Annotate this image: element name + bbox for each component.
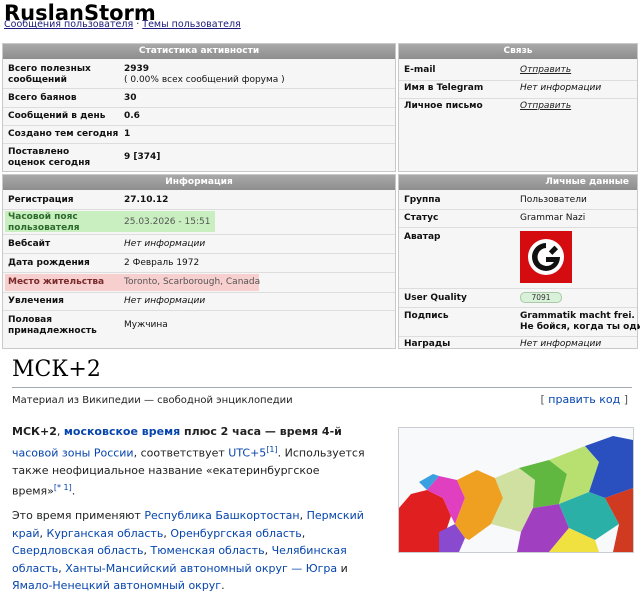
row-label: Дата рождения: [8, 258, 90, 268]
row-divider: [3, 292, 395, 293]
link-khmao[interactable]: Ханты-Мансийский автономный округ — Югра: [65, 562, 337, 575]
info-header: Информация: [3, 175, 395, 190]
user-topics-link[interactable]: Темы пользователя: [142, 19, 240, 30]
row-label: Личное письмо: [404, 101, 483, 111]
row-divider: [3, 88, 395, 89]
row-label: Вебсайт: [8, 239, 51, 249]
link-utc5[interactable]: UTC+5: [228, 446, 266, 459]
link-sverdlovsk[interactable]: Свердловская область: [12, 544, 144, 557]
term-bold: МСК+2: [12, 425, 57, 438]
row-label: Половая принадлежность: [8, 315, 97, 336]
signature-line-1: Grammatik macht frei.: [520, 311, 635, 321]
link-bashkortostan[interactable]: Республика Башкортостан: [144, 509, 299, 522]
row-divider: [3, 234, 395, 235]
row-value: Мужчина: [124, 320, 168, 330]
user-quality-badge: 7091: [520, 292, 562, 303]
row-value: 25.03.2026 - 15:51: [124, 217, 211, 227]
link-separator: ·: [136, 19, 140, 30]
russia-timezone-map[interactable]: [398, 427, 634, 553]
link-timezones-russia[interactable]: часовой зоны России: [12, 446, 134, 459]
row-divider: [399, 227, 637, 228]
row-value: 9 [374]: [124, 152, 161, 162]
row-value: Toronto, Scarborough, Canada: [124, 277, 261, 287]
row-value: Пользователи: [520, 195, 587, 205]
email-send-link[interactable]: Отправить: [520, 65, 571, 75]
article-title: МСК+2: [12, 357, 101, 382]
link-yanao[interactable]: Ямало-Ненецкий автономный округ: [12, 579, 221, 592]
info-panel: Информация Регистрация 27.10.12 Часовой …: [2, 174, 396, 349]
row-divider: [3, 125, 395, 126]
row-label: Группа: [404, 195, 441, 205]
row-note: ( 0.00% всех сообщений форума ): [124, 75, 285, 85]
row-divider: [3, 107, 395, 108]
row-divider: [399, 80, 637, 81]
ref-1[interactable]: [1]: [266, 445, 277, 454]
activity-header: Статистика активности: [3, 44, 395, 59]
link-orenburg[interactable]: Оренбургская область: [170, 527, 301, 540]
row-value: Нет информации: [124, 296, 206, 306]
row-value: 0.6: [124, 111, 140, 121]
intro-paragraph: МСК+2, московское время плюс 2 часа — вр…: [12, 425, 365, 498]
signature-line-2: Не бойся, когда ты один. Бо: [520, 322, 640, 332]
row-divider: [399, 98, 637, 99]
row-value: Grammar Nazi: [520, 213, 586, 223]
row-value: 30: [124, 93, 137, 103]
row-label: Подпись: [404, 311, 449, 321]
row-label: E-mail: [404, 65, 436, 75]
grammar-nazi-avatar-icon: [520, 231, 572, 283]
link-moscow-time[interactable]: московское время: [64, 425, 180, 438]
row-label: Поставлено оценок сегодня: [8, 147, 91, 168]
row-divider: [399, 336, 637, 337]
article-subtitle: Материал из Википедии — свободной энцикл…: [12, 395, 293, 406]
row-label: Увлечения: [8, 296, 64, 306]
personal-panel: Личные данные Группа Пользователи Статус…: [398, 174, 640, 349]
forum-profile: RuslanStorm Сообщения пользователя · Тем…: [0, 0, 640, 349]
regions-paragraph: Это время применяют Республика Башкортос…: [12, 509, 364, 593]
row-label: Регистрация: [8, 195, 74, 205]
row-label: Сообщений в день: [8, 111, 106, 121]
note-1[interactable]: [* 1]: [54, 483, 72, 492]
row-divider: [399, 209, 637, 210]
row-divider: [399, 307, 637, 308]
row-value: 1: [124, 129, 131, 139]
row-label: User Quality: [404, 293, 467, 303]
personal-header: Личные данные: [399, 175, 637, 190]
profile-links: Сообщения пользователя · Темы пользовате…: [4, 19, 241, 30]
row-value: Нет информации: [124, 239, 206, 249]
edit-source-link[interactable]: [ править код ]: [540, 393, 628, 406]
row-label: Всего баянов: [8, 93, 77, 103]
row-divider: [3, 272, 395, 273]
row-label: Часовой пояс пользователя: [8, 212, 80, 233]
row-divider: [3, 143, 395, 144]
edit-label[interactable]: править код: [548, 393, 620, 406]
article-body: МСК+2, московское время плюс 2 часа — вр…: [12, 423, 372, 602]
row-label: Создано тем сегодня: [8, 129, 119, 139]
row-divider: [399, 288, 637, 289]
wiki-article: МСК+2 Материал из Википедии — свободной …: [0, 349, 640, 592]
row-label: Аватар: [404, 232, 441, 242]
row-label: Всего полезных сообщений: [8, 64, 91, 85]
row-divider: [3, 310, 395, 311]
link-tyumen[interactable]: Тюменская область: [151, 544, 265, 557]
user-posts-link[interactable]: Сообщения пользователя: [4, 19, 133, 30]
row-divider: [3, 209, 395, 210]
activity-panel: Статистика активности Всего полезных соо…: [2, 43, 396, 172]
row-value: Нет информации: [520, 83, 602, 93]
contact-panel: Связь E-mail Отправить Имя в Telegram Не…: [398, 43, 638, 172]
row-divider: [3, 253, 395, 254]
title-underline: [12, 387, 632, 388]
row-label: Статус: [404, 213, 439, 223]
contact-header: Связь: [399, 44, 637, 59]
pm-send-link[interactable]: Отправить: [520, 101, 571, 111]
row-value: 2939: [124, 64, 150, 74]
row-label: Имя в Telegram: [404, 83, 484, 93]
row-value: 2 Февраль 1972: [124, 258, 200, 268]
row-label: Место жительства: [8, 277, 105, 287]
link-kurgan[interactable]: Курганская область: [47, 527, 164, 540]
row-value: 27.10.12: [124, 195, 169, 205]
